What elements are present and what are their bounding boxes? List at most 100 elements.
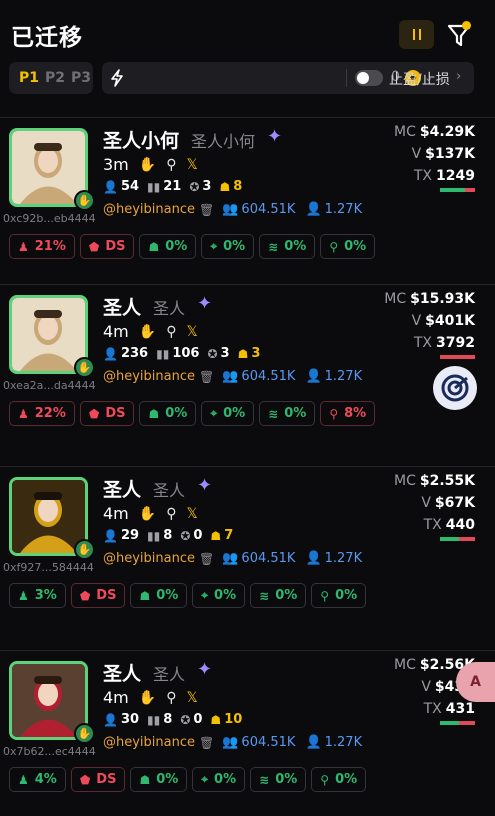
tag-value: 4%: [34, 772, 57, 787]
sniper-tag[interactable]: ⌖ 0%: [201, 234, 255, 259]
trades-count: 8: [163, 528, 173, 543]
hand-icon[interactable]: ✋: [139, 157, 156, 173]
trades-icon: ▮▮: [147, 179, 161, 194]
dev-sold-tag[interactable]: ⬟ DS: [70, 583, 126, 608]
rug-risk-tag[interactable]: ☗ 0%: [139, 234, 197, 259]
token-age: 4m: [103, 688, 129, 707]
followers-count: 604.51K: [241, 735, 296, 750]
x-twitter-icon[interactable]: 𝕏: [186, 324, 197, 340]
tag-icon: ♟: [18, 588, 29, 603]
token-address[interactable]: 0xf927...584444: [3, 561, 94, 574]
take-profit-toggle[interactable]: [355, 70, 383, 86]
followers-icon: 👥: [222, 735, 239, 750]
tag-icon: ≋: [268, 406, 279, 421]
token-card[interactable]: ✋ 0x7b62...ec4444 圣人 圣人 ✦ 4m ✋ ⚲ 𝕏 👤 30 ▮…: [0, 650, 495, 816]
token-address[interactable]: 0xea2a...da4444: [3, 379, 96, 392]
search-icon[interactable]: ⚲: [166, 157, 176, 173]
tab-p2[interactable]: P2: [45, 70, 65, 86]
bundle-tag[interactable]: ≋ 0%: [250, 583, 307, 608]
followers: 👥 604.51K: [222, 735, 295, 750]
trash-icon[interactable]: 🗑: [199, 736, 214, 750]
x-twitter-icon[interactable]: 𝕏: [186, 506, 197, 522]
dev-sold-tag[interactable]: ⬟ DS: [79, 234, 135, 259]
bundle-tag[interactable]: ≋ 0%: [259, 401, 316, 426]
token-card[interactable]: ✋ 0xf927...584444 圣人 圣人 ✦ 4m ✋ ⚲ 𝕏 👤 29 ▮…: [0, 466, 495, 646]
token-metrics: MC $15.93K V $401K TX 3792: [384, 291, 475, 351]
search-icon[interactable]: ⚲: [166, 324, 176, 340]
search-icon[interactable]: ⚲: [166, 506, 176, 522]
pause-button[interactable]: [399, 20, 434, 49]
hand-icon[interactable]: ✋: [139, 506, 156, 522]
token-address[interactable]: 0xc92b...eb4444: [3, 212, 96, 225]
sniper-tag[interactable]: ⌖ 0%: [201, 401, 255, 426]
hand-icon[interactable]: ✋: [139, 690, 156, 706]
top10-holders-tag[interactable]: ♟ 4%: [9, 767, 66, 792]
token-address[interactable]: 0x7b62...ec4444: [3, 745, 96, 758]
hand-icon[interactable]: ✋: [139, 324, 156, 340]
take-profit-label[interactable]: 止盈/止损: [389, 69, 450, 89]
translate-button[interactable]: A: [456, 662, 495, 702]
buy-sell-bar: [440, 721, 475, 725]
followers: 👥 604.51K: [222, 369, 295, 384]
ai-sparkle-icon[interactable]: ✦: [197, 659, 212, 680]
holders-icon: 👤: [103, 712, 118, 727]
insider-tag[interactable]: ⚲ 0%: [311, 767, 367, 792]
token-name[interactable]: 圣人: [103, 659, 141, 686]
migrated-badge-icon: ✋: [74, 190, 95, 211]
sniper-tag[interactable]: ⌖ 0%: [192, 767, 246, 792]
insider-tag[interactable]: ⚲ 0%: [320, 234, 376, 259]
tag-value: 0%: [165, 406, 188, 421]
divider: [346, 69, 347, 87]
trash-icon[interactable]: 🗑: [199, 370, 214, 384]
twitter-handle[interactable]: @heyibinance: [103, 369, 195, 384]
bundle-tag[interactable]: ≋ 0%: [250, 767, 307, 792]
tab-p3[interactable]: P3: [71, 70, 91, 86]
ghost-icon: ☗: [210, 528, 222, 543]
rug-risk-tag[interactable]: ☗ 0%: [139, 401, 197, 426]
x-twitter-icon[interactable]: 𝕏: [186, 157, 197, 173]
twitter-handle[interactable]: @heyibinance: [103, 551, 195, 566]
insider-tag[interactable]: ⚲ 0%: [311, 583, 367, 608]
ghost-icon: ☗: [210, 712, 222, 727]
dev-sold-tag[interactable]: ⬟ DS: [70, 767, 126, 792]
sniper-tag[interactable]: ⌖ 0%: [192, 583, 246, 608]
search-icon[interactable]: ⚲: [166, 690, 176, 706]
ai-sparkle-icon[interactable]: ✦: [267, 126, 282, 147]
x-twitter-icon[interactable]: 𝕏: [186, 690, 197, 706]
token-name[interactable]: 圣人: [103, 293, 141, 320]
ai-sparkle-icon[interactable]: ✦: [197, 293, 212, 314]
age-row: 4m ✋ ⚲ 𝕏: [103, 688, 198, 707]
top10-holders-tag[interactable]: ♟ 3%: [9, 583, 66, 608]
token-name[interactable]: 圣人小何: [103, 126, 179, 153]
holders-count: 54: [120, 179, 140, 194]
tag-icon: ☗: [139, 588, 151, 603]
rug-risk-tag[interactable]: ☗ 0%: [130, 583, 188, 608]
radar-icon: [441, 374, 469, 402]
chevron-right-icon[interactable]: ›: [456, 69, 461, 84]
rug-risk-tag[interactable]: ☗ 0%: [130, 767, 188, 792]
top10-holders-tag[interactable]: ♟ 22%: [9, 401, 75, 426]
insider-tag[interactable]: ⚲ 8%: [320, 401, 376, 426]
followers-icon: 👥: [222, 369, 239, 384]
token-card[interactable]: ✋ 0xea2a...da4444 圣人 圣人 ✦ 4m ✋ ⚲ 𝕏 👤 236 …: [0, 284, 495, 464]
trash-icon[interactable]: 🗑: [199, 552, 214, 566]
dev-sold-tag[interactable]: ⬟ DS: [79, 401, 135, 426]
trash-icon[interactable]: 🗑: [199, 203, 214, 217]
ai-sparkle-icon[interactable]: ✦: [197, 475, 212, 496]
token-card[interactable]: ✋ 0xc92b...eb4444 圣人小何 圣人小何 ✦ 3m ✋ ⚲ 𝕏 👤…: [0, 117, 495, 297]
tab-p1[interactable]: P1: [19, 70, 39, 86]
market-cap: $4.29K: [419, 124, 475, 140]
followers-icon: 👥: [222, 551, 239, 566]
token-name[interactable]: 圣人: [103, 475, 141, 502]
tag-value: 0%: [223, 239, 246, 254]
top10-holders-tag[interactable]: ♟ 21%: [9, 234, 75, 259]
bundle-tag[interactable]: ≋ 0%: [259, 234, 316, 259]
tag-value: 0%: [156, 588, 179, 603]
following-icon: 👤: [305, 369, 322, 384]
verified-icon: ✪: [180, 528, 191, 543]
radar-button[interactable]: [433, 366, 477, 410]
twitter-handle[interactable]: @heyibinance: [103, 735, 195, 750]
tag-value: 0%: [214, 588, 237, 603]
twitter-handle[interactable]: @heyibinance: [103, 202, 195, 217]
market-cap: $15.93K: [410, 291, 475, 307]
